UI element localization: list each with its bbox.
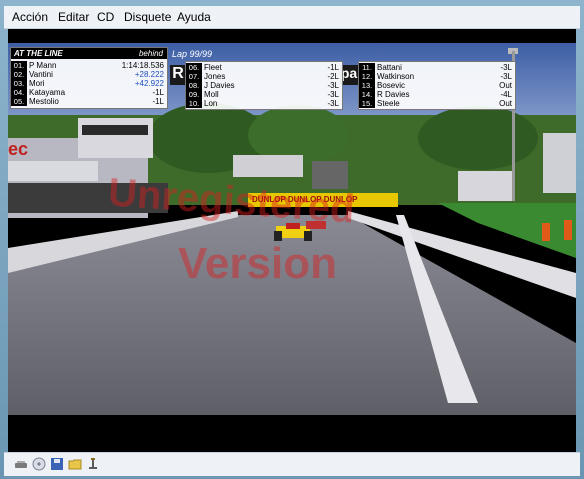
time-gap: -2L — [327, 72, 339, 81]
standings-row: 15. Steele Out — [359, 99, 515, 108]
driver-name: Mori — [29, 79, 45, 88]
standings-row: 06. Fleet -1L — [186, 63, 342, 72]
standings-row: 03. Mori +42.922 — [11, 79, 167, 88]
position-number: 01. — [11, 61, 27, 70]
position-number: 07. — [186, 72, 202, 81]
at-the-line-label: AT THE LINE — [14, 49, 63, 58]
folder-icon[interactable] — [68, 457, 82, 471]
position-number: 06. — [186, 63, 202, 72]
driver-name: Moll — [204, 90, 219, 99]
driver-name: Katayama — [29, 88, 66, 97]
standings-row: 09. Moll -3L — [186, 90, 342, 99]
standings-row: 13. Bosevic Out — [359, 81, 515, 90]
driver-name: Lon — [204, 99, 218, 108]
watermark-version: Version — [178, 239, 337, 288]
standings-panel-backmarkers: 11. Battani -3L 12. Watkinson -3L 13. Bo… — [358, 61, 516, 110]
time-gap: +42.922 — [134, 79, 164, 88]
position-number: 05. — [11, 97, 27, 106]
floppy-icon[interactable] — [50, 457, 64, 471]
position-number: 13. — [359, 81, 375, 90]
position-number: 15. — [359, 99, 375, 108]
standings-row: 10. Lon -3L — [186, 99, 342, 108]
time-gap: -3L — [327, 81, 339, 90]
standings-row: 12. Watkinson -3L — [359, 72, 515, 81]
position-number: 09. — [186, 90, 202, 99]
standings-row: 04. Katayama -1L — [11, 88, 167, 97]
time-gap: +28.222 — [134, 70, 164, 79]
banner-letter-left: R — [170, 65, 186, 85]
menu-accion[interactable]: Acción — [12, 10, 48, 24]
driver-name: Fleet — [204, 63, 222, 72]
position-number: 10. — [186, 99, 202, 108]
standings-row: 07. Jones -2L — [186, 72, 342, 81]
position-number: 11. — [359, 63, 375, 72]
cd-icon[interactable] — [32, 457, 46, 471]
standings-panel-midfield: 06. Fleet -1L 07. Jones -2L 08. J Davies… — [185, 61, 343, 110]
time-gap: Out — [499, 99, 512, 108]
time-gap: -3L — [327, 90, 339, 99]
emulator-window: Acción Editar CD Disquete Ayuda DUNLOP D… — [0, 0, 584, 479]
time-gap: -4L — [500, 90, 512, 99]
standings-row: 14. R Davies -4L — [359, 90, 515, 99]
standings-panel-leaders: AT THE LINE behind 01. P Mann 1:14:18.53… — [10, 47, 168, 109]
driver-name: J Davies — [204, 81, 235, 90]
usb-icon[interactable] — [86, 457, 100, 471]
pit-sign-text: ec — [8, 139, 29, 159]
disk-drive-icon[interactable] — [14, 457, 28, 471]
driver-name: Steele — [377, 99, 400, 108]
menu-cd[interactable]: CD — [97, 10, 114, 24]
driver-name: Vantini — [29, 70, 53, 79]
time-gap: -3L — [327, 99, 339, 108]
standings-row: 08. J Davies -3L — [186, 81, 342, 90]
driver-name: Battani — [377, 63, 402, 72]
position-number: 02. — [11, 70, 27, 79]
time-gap: Out — [499, 81, 512, 90]
position-number: 14. — [359, 90, 375, 99]
behind-label: behind — [138, 49, 163, 58]
position-number: 03. — [11, 79, 27, 88]
time-gap: -1L — [327, 63, 339, 72]
time-gap: -1L — [152, 97, 164, 106]
position-number: 04. — [11, 88, 27, 97]
driver-name: R Davies — [377, 90, 410, 99]
driver-name: P Mann — [29, 61, 57, 70]
time-gap: -3L — [500, 72, 512, 81]
time-gap: 1:14:18.536 — [121, 61, 164, 70]
status-bar — [4, 452, 580, 476]
menu-editar[interactable]: Editar — [58, 10, 89, 24]
time-gap: -3L — [500, 63, 512, 72]
panel-header: AT THE LINE behind — [11, 48, 167, 59]
menu-ayuda[interactable]: Ayuda — [177, 10, 211, 24]
lap-counter: Lap 99/99 — [172, 49, 213, 59]
driver-name: Mestolio — [29, 97, 59, 106]
standings-row: 05. Mestolio -1L — [11, 97, 167, 106]
standings-row: 02. Vantini +28.222 — [11, 70, 167, 79]
standings-row: 11. Battani -3L — [359, 63, 515, 72]
menu-disquete[interactable]: Disquete — [124, 10, 171, 24]
time-gap: -1L — [152, 88, 164, 97]
position-number: 08. — [186, 81, 202, 90]
driver-name: Bosevic — [377, 81, 406, 90]
standings-row: 01. P Mann 1:14:18.536 — [11, 61, 167, 70]
menu-bar: Acción Editar CD Disquete Ayuda — [4, 6, 580, 29]
game-viewport[interactable]: DUNLOP DUNLOP DUNLOP ec AT THE LINE behi… — [8, 29, 576, 452]
driver-name: Watkinson — [377, 72, 415, 81]
driver-name: Jones — [204, 72, 226, 81]
position-number: 12. — [359, 72, 375, 81]
